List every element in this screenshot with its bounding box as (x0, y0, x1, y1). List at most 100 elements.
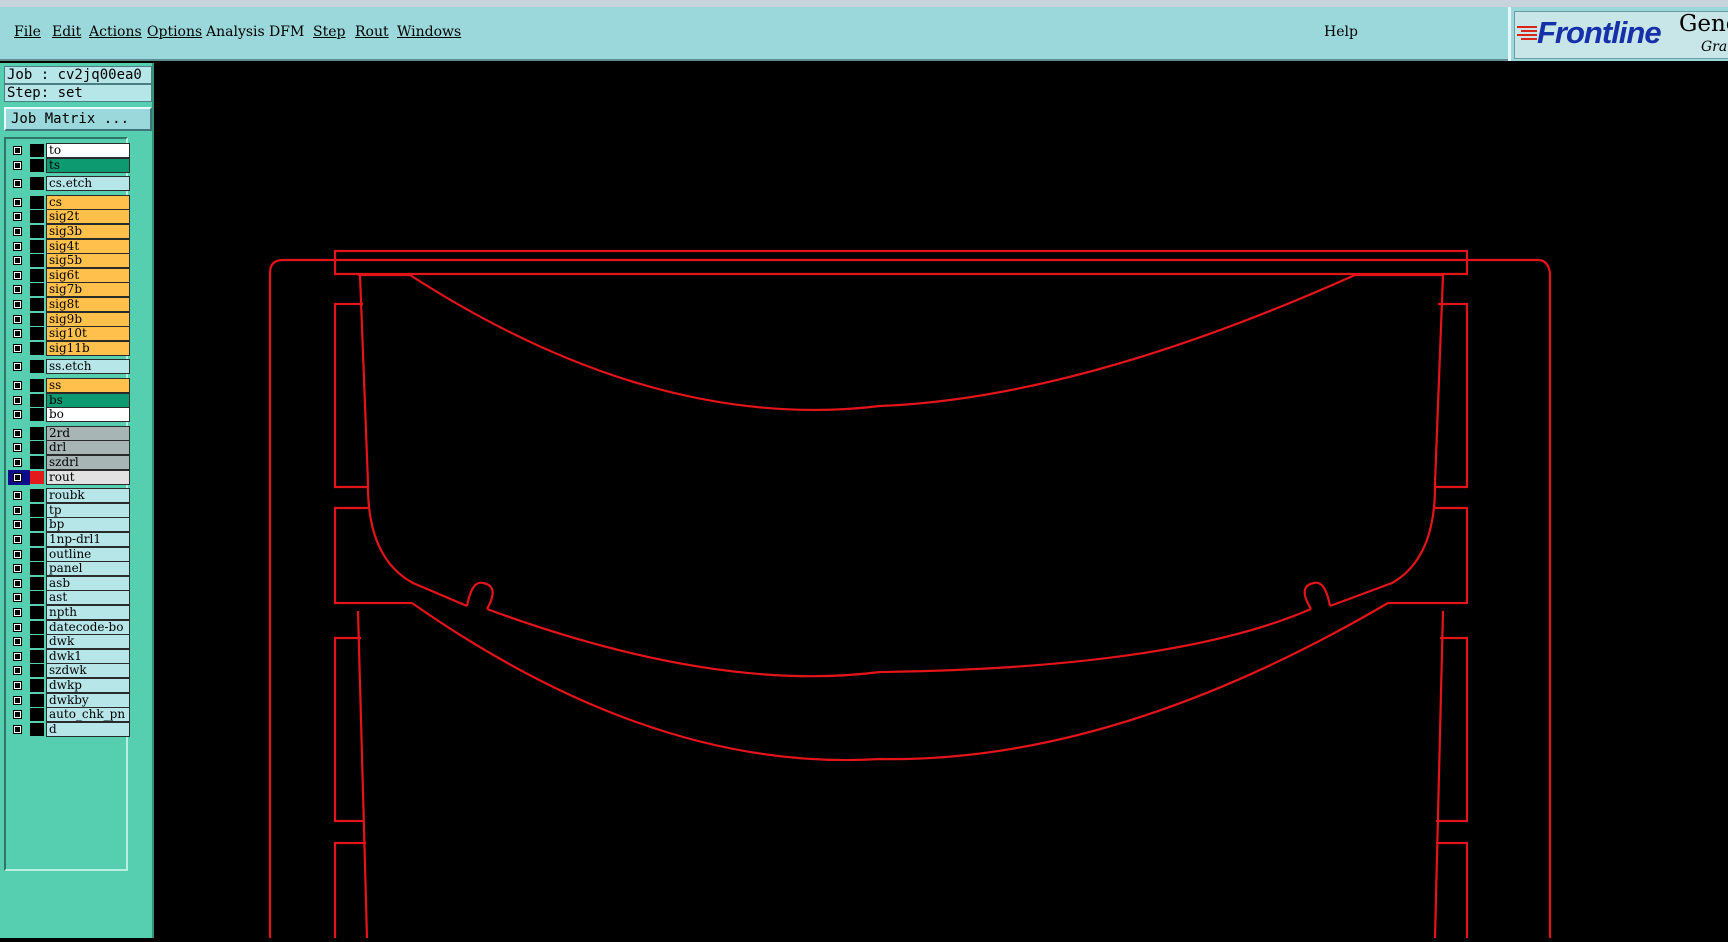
layer-color-swatch[interactable] (30, 635, 44, 649)
layer-name-label[interactable]: sig3b (46, 224, 130, 239)
layer-visibility-checkbox[interactable] (13, 270, 22, 280)
layer-color-swatch[interactable] (30, 562, 44, 576)
layer-color-swatch[interactable] (30, 518, 44, 532)
menu-edit[interactable]: Edit (52, 24, 81, 40)
layer-color-swatch[interactable] (30, 144, 44, 157)
layer-name-label[interactable]: sig7b (46, 282, 130, 298)
layer-row-roubk[interactable]: roubk (8, 488, 130, 504)
layer-row-sig2t[interactable]: sig2t (8, 209, 130, 225)
layer-name-label[interactable]: auto_chk_pn (46, 707, 130, 723)
layer-visibility-checkbox[interactable] (13, 608, 22, 617)
layer-visibility-checkbox[interactable] (13, 395, 22, 405)
layer-visibility-checkbox[interactable] (13, 505, 22, 515)
menu-options[interactable]: Options (147, 24, 202, 40)
layer-name-label[interactable]: szdrl (46, 455, 130, 470)
layer-row-datecode-bo[interactable]: datecode-bo (8, 619, 130, 635)
layer-name-label[interactable]: asb (46, 575, 130, 591)
layer-name-label[interactable]: panel (46, 561, 130, 577)
layer-row-2rd[interactable]: 2rd (8, 425, 130, 441)
layer-visibility-checkbox[interactable] (13, 666, 22, 676)
layer-color-swatch[interactable] (30, 470, 44, 484)
layer-row-ss[interactable]: ss (8, 378, 130, 393)
layer-visibility-checkbox[interactable] (13, 329, 22, 339)
layer-name-label[interactable]: ts (46, 157, 130, 173)
job-matrix-button[interactable]: Job Matrix ... (4, 107, 152, 131)
menu-analysis[interactable]: Analysis (206, 24, 265, 40)
layer-color-swatch[interactable] (30, 441, 44, 455)
menu-file[interactable]: File (14, 24, 41, 40)
layer-visibility-checkbox[interactable] (13, 578, 22, 588)
layer-name-label[interactable]: npth (46, 605, 130, 620)
layer-color-swatch[interactable] (30, 456, 44, 469)
layer-visibility-checkbox[interactable] (13, 179, 22, 189)
layer-name-label[interactable]: dwkp (46, 678, 130, 693)
layer-row-szdrl[interactable]: szdrl (8, 455, 130, 470)
layer-row-panel[interactable]: panel (8, 561, 130, 577)
menu-step[interactable]: Step (313, 24, 345, 40)
layer-color-swatch[interactable] (30, 177, 44, 191)
layer-visibility-checkbox[interactable] (13, 710, 22, 720)
layer-row-bo[interactable]: bo (8, 407, 130, 423)
layer-color-swatch[interactable] (30, 393, 44, 407)
layer-visibility-checkbox[interactable] (13, 443, 22, 453)
layer-visibility-checkbox[interactable] (13, 622, 22, 632)
layer-visibility-checkbox[interactable] (13, 212, 22, 222)
layer-name-label[interactable]: sig10t (46, 326, 130, 342)
layer-name-label[interactable]: roubk (46, 488, 130, 504)
layer-row-bs[interactable]: bs (8, 392, 130, 408)
layer-color-swatch[interactable] (30, 708, 44, 722)
layer-color-swatch[interactable] (30, 693, 44, 707)
layer-color-swatch[interactable] (30, 327, 44, 341)
layer-name-label[interactable]: bp (46, 517, 130, 533)
layer-row-tp[interactable]: tp (8, 502, 130, 518)
layer-row-cs[interactable]: cs (8, 194, 130, 210)
layer-color-swatch[interactable] (30, 225, 44, 238)
layer-name-label[interactable]: sig5b (46, 253, 130, 269)
layer-visibility-checkbox[interactable] (13, 549, 22, 559)
layer-row-sig11b[interactable]: sig11b (8, 340, 130, 356)
layer-name-label[interactable]: sig9b (46, 311, 130, 327)
layer-name-label[interactable]: szdwk (46, 663, 130, 679)
layer-color-swatch[interactable] (30, 341, 44, 355)
layer-row-1np-drl1[interactable]: 1np-drl1 (8, 532, 130, 547)
layer-color-swatch[interactable] (30, 722, 44, 736)
layer-name-label[interactable]: tp (46, 502, 130, 518)
layer-name-label[interactable]: outline (46, 546, 130, 562)
layer-color-swatch[interactable] (30, 379, 44, 392)
layer-color-swatch[interactable] (30, 576, 44, 590)
layer-row-to[interactable]: to (8, 143, 130, 158)
layer-name-label[interactable]: bs (46, 392, 130, 408)
layer-name-label[interactable]: cs.etch (46, 176, 130, 192)
layer-name-label[interactable]: cs (46, 194, 130, 210)
layer-row-sig5b[interactable]: sig5b (8, 253, 130, 269)
layer-color-swatch[interactable] (30, 283, 44, 297)
layer-row-sig6t[interactable]: sig6t (8, 267, 130, 283)
layer-row-bp[interactable]: bp (8, 517, 130, 533)
layer-name-label[interactable]: dwkby (46, 692, 130, 708)
layer-name-label[interactable]: sig2t (46, 209, 130, 225)
menu-help[interactable]: Help (1324, 24, 1358, 40)
layer-color-swatch[interactable] (30, 649, 44, 663)
layer-name-label[interactable]: rout (46, 469, 130, 485)
layer-visibility-checkbox[interactable] (13, 241, 22, 251)
layer-color-swatch[interactable] (30, 254, 44, 268)
menu-windows[interactable]: Windows (397, 24, 461, 40)
layer-name-label[interactable]: sig4t (46, 238, 130, 254)
graphic-editor-canvas[interactable] (155, 63, 1728, 939)
layer-name-label[interactable]: to (46, 143, 130, 158)
layer-row-szdwk[interactable]: szdwk (8, 663, 130, 679)
layer-name-label[interactable]: ss (46, 378, 130, 393)
layer-visibility-checkbox[interactable] (13, 535, 22, 544)
layer-row-dwkby[interactable]: dwkby (8, 692, 130, 708)
layer-visibility-checkbox[interactable] (13, 343, 22, 353)
layer-name-label[interactable]: d (46, 721, 130, 737)
layer-row-drl[interactable]: drl (8, 440, 130, 456)
layer-visibility-checkbox[interactable] (13, 681, 22, 690)
layer-name-label[interactable]: sig6t (46, 267, 130, 283)
layer-name-label[interactable]: bo (46, 407, 130, 423)
layer-color-swatch[interactable] (30, 239, 44, 253)
layer-visibility-checkbox[interactable] (13, 637, 22, 647)
layer-name-label[interactable]: dwk (46, 634, 130, 650)
layer-color-swatch[interactable] (30, 533, 44, 546)
layer-color-swatch[interactable] (30, 312, 44, 326)
